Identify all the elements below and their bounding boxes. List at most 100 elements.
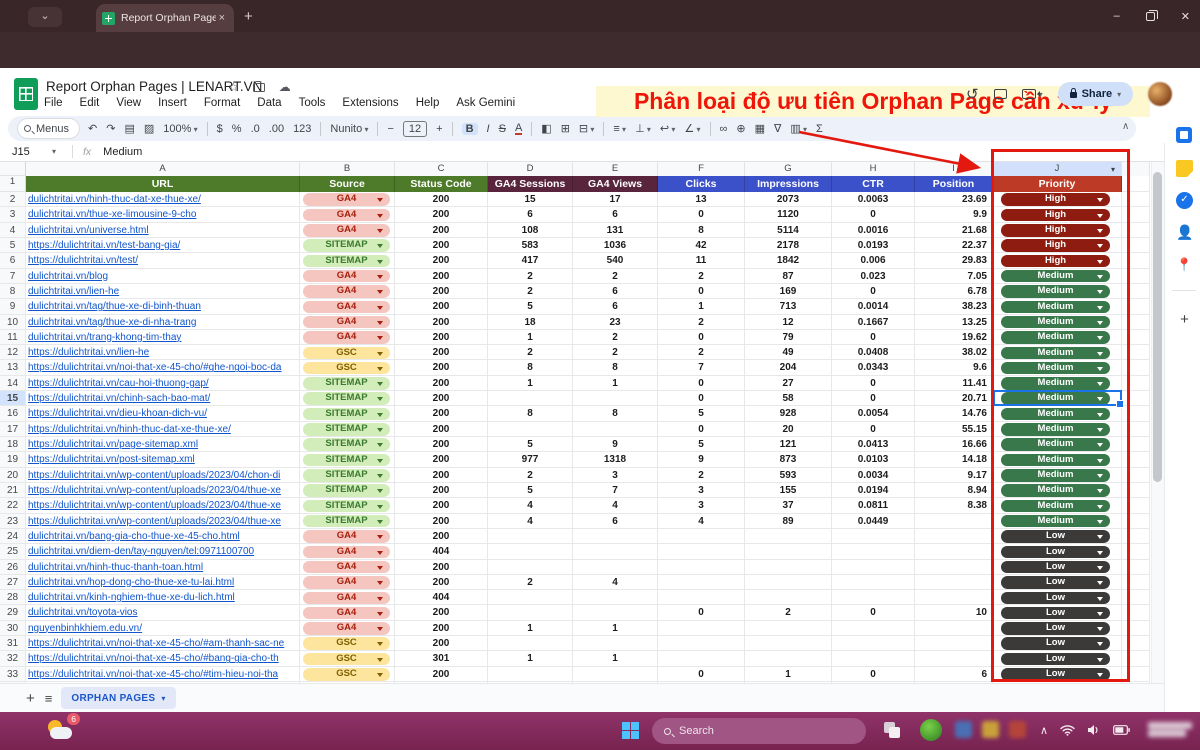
source-cell[interactable]: GA4	[300, 299, 395, 315]
volume-icon[interactable]	[1087, 724, 1101, 736]
views-cell[interactable]: 9	[573, 437, 658, 453]
clicks-cell[interactable]: 0	[658, 283, 745, 300]
row-number-20[interactable]: 20	[0, 467, 26, 483]
ctr-cell[interactable]: 0	[832, 391, 915, 407]
status-cell[interactable]: 200	[395, 268, 488, 284]
source-pill[interactable]: GA4	[303, 285, 390, 298]
source-cell[interactable]: GA4	[300, 590, 395, 606]
clicks-cell[interactable]: 8	[658, 222, 745, 238]
source-pill[interactable]: GA4	[303, 545, 390, 559]
sessions-cell[interactable]: 1	[488, 329, 573, 346]
toolbar-100%[interactable]: 100% ▾	[163, 123, 197, 135]
status-cell[interactable]: 200	[395, 666, 488, 682]
position-cell[interactable]: 22.37	[915, 237, 993, 254]
status-cell[interactable]: 200	[395, 513, 488, 529]
clicks-cell[interactable]: 2	[658, 314, 745, 330]
toolbar-.0[interactable]: .0	[251, 123, 260, 135]
row-number-8[interactable]: 8	[0, 283, 26, 300]
sessions-cell[interactable]: 5	[488, 299, 573, 315]
impressions-cell[interactable]: 2178	[745, 237, 832, 254]
source-cell[interactable]: SITEMAP	[300, 437, 395, 453]
impressions-cell[interactable]: 58	[745, 391, 832, 407]
position-cell[interactable]: 55.15	[915, 421, 993, 437]
source-pill[interactable]: SITEMAP	[303, 423, 390, 436]
row-number-26[interactable]: 26	[0, 559, 26, 575]
column-header-F[interactable]: F	[658, 162, 745, 176]
fill-color-icon[interactable]: ◧	[541, 122, 551, 135]
ctr-cell[interactable]: 0.0193	[832, 237, 915, 254]
url-cell[interactable]: dulichtritai.vn/blog	[26, 268, 300, 284]
new-tab-button[interactable]: +	[244, 8, 253, 25]
position-cell[interactable]: 16.66	[915, 437, 993, 453]
tasks-icon[interactable]: ✓	[1176, 192, 1193, 209]
position-cell[interactable]: 19.62	[915, 329, 993, 346]
merge-cells-icon[interactable]: ⊟ ▾	[579, 122, 594, 135]
version-history-icon[interactable]: ↺	[966, 85, 979, 103]
row-number-24[interactable]: 24	[0, 528, 26, 545]
toolbar-.00[interactable]: .00	[269, 123, 284, 135]
row-number-21[interactable]: 21	[0, 482, 26, 499]
position-cell[interactable]: 20.71	[915, 391, 993, 407]
column-header-C[interactable]: C	[395, 162, 488, 176]
url-cell[interactable]: dulichtritai.vn/toyota-vios	[26, 605, 300, 621]
status-cell[interactable]: 404	[395, 544, 488, 560]
views-cell[interactable]: 3	[573, 467, 658, 483]
clicks-cell[interactable]: 5	[658, 406, 745, 422]
sessions-cell[interactable]: 5	[488, 482, 573, 499]
status-cell[interactable]: 200	[395, 299, 488, 315]
clicks-cell[interactable]: 11	[658, 253, 745, 269]
source-pill[interactable]: SITEMAP	[303, 392, 390, 405]
menu-help[interactable]: Help	[416, 97, 440, 109]
contacts-icon[interactable]: 👤	[1176, 224, 1193, 241]
views-cell[interactable]: 1	[573, 375, 658, 392]
ctr-cell[interactable]: 0.0014	[832, 299, 915, 315]
views-cell[interactable]	[573, 528, 658, 545]
position-cell[interactable]: 38.23	[915, 299, 993, 315]
position-cell[interactable]	[915, 620, 993, 637]
sheets-logo-icon[interactable]	[14, 78, 38, 110]
impressions-cell[interactable]: 713	[745, 299, 832, 315]
url-cell[interactable]: https://dulichtritai.vn/wp-content/uploa…	[26, 513, 300, 529]
sessions-cell[interactable]: 4	[488, 513, 573, 529]
views-cell[interactable]	[573, 421, 658, 437]
impressions-cell[interactable]: 89	[745, 513, 832, 529]
clicks-cell[interactable]: 0	[658, 421, 745, 437]
url-cell[interactable]: https://dulichtritai.vn/test/	[26, 253, 300, 269]
sessions-cell[interactable]: 2	[488, 283, 573, 300]
status-cell[interactable]: 200	[395, 207, 488, 223]
clicks-cell[interactable]: 0	[658, 605, 745, 621]
side-panel-toggle-icon[interactable]	[1176, 127, 1192, 143]
source-pill[interactable]: GA4	[303, 622, 390, 635]
views-cell[interactable]: 6	[573, 207, 658, 223]
source-cell[interactable]: GA4	[300, 574, 395, 591]
ctr-cell[interactable]: 0	[832, 605, 915, 621]
clock-date-blurred[interactable]	[1148, 720, 1192, 740]
url-cell[interactable]: https://dulichtritai.vn/chinh-sach-bao-m…	[26, 391, 300, 407]
impressions-cell[interactable]: 121	[745, 437, 832, 453]
column-header-H[interactable]: H	[832, 162, 915, 176]
source-cell[interactable]: GA4	[300, 620, 395, 637]
ctr-cell[interactable]	[832, 528, 915, 545]
position-cell[interactable]: 7.05	[915, 268, 993, 284]
maps-icon[interactable]: 📍	[1176, 257, 1193, 274]
redo-icon[interactable]: ↷	[106, 122, 115, 135]
impressions-cell[interactable]: 2	[745, 605, 832, 621]
taskbar-app-icon[interactable]	[920, 719, 942, 741]
ctr-cell[interactable]: 0.0811	[832, 498, 915, 514]
source-cell[interactable]: SITEMAP	[300, 467, 395, 483]
sessions-cell[interactable]	[488, 636, 573, 652]
source-pill[interactable]: GA4	[303, 269, 390, 283]
menu-data[interactable]: Data	[257, 97, 281, 109]
status-cell[interactable]: 404	[395, 590, 488, 606]
source-pill[interactable]: SITEMAP	[303, 453, 390, 467]
text-rotate-icon[interactable]: ∠ ▾	[684, 122, 700, 135]
toolbar-%[interactable]: %	[232, 123, 242, 135]
views-cell[interactable]	[573, 544, 658, 560]
views-cell[interactable]	[573, 636, 658, 652]
impressions-cell[interactable]: 5114	[745, 222, 832, 238]
clicks-cell[interactable]: 4	[658, 513, 745, 529]
ctr-cell[interactable]: 0.0194	[832, 482, 915, 499]
clicks-cell[interactable]: 2	[658, 268, 745, 284]
views-cell[interactable]: 540	[573, 253, 658, 269]
position-cell[interactable]: 10	[915, 605, 993, 621]
